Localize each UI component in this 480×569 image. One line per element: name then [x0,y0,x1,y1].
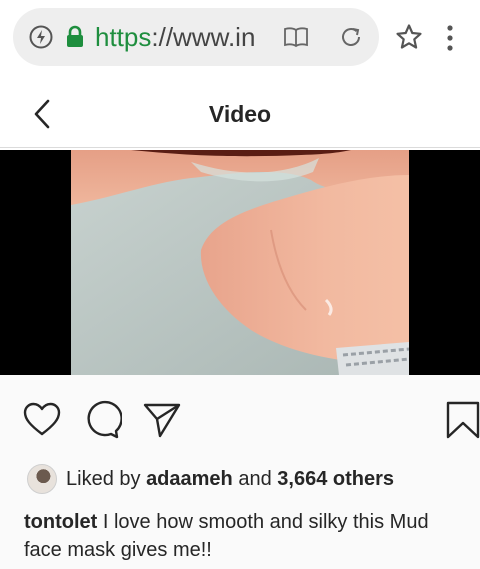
likes-row: Liked by adaameh and 3,664 others [27,464,467,496]
bookmark-icon[interactable] [444,400,480,440]
caption-username[interactable]: tontolet [24,511,97,533]
page-title: Video [208,101,272,127]
video-frame[interactable] [71,150,409,375]
bolt-icon[interactable] [29,25,53,49]
url-scheme: https [95,22,152,52]
more-menu-icon[interactable] [440,23,460,53]
comment-icon[interactable] [82,400,122,440]
liked-by-user-link[interactable]: adaameh [146,468,233,490]
post-caption: tontolet I love how smooth and silky thi… [24,508,464,564]
post-details: Liked by adaameh and 3,664 others tontol… [0,375,480,569]
video-player[interactable] [0,150,480,375]
refresh-icon[interactable] [339,25,363,49]
address-bar[interactable]: https://www.in [13,8,379,66]
likes-middle: and [232,468,278,490]
likes-count-link[interactable]: 3,664 others [277,468,394,490]
app-header: Video [0,80,480,148]
star-icon[interactable] [395,23,423,51]
browser-toolbar: https://www.in [0,0,480,76]
lock-icon[interactable] [65,25,85,49]
likes-text: Liked by adaameh and 3,664 others [66,464,394,494]
url-text[interactable]: https://www.in [95,20,285,54]
likes-prefix: Liked by [66,468,147,490]
avatar[interactable] [27,464,57,494]
heart-icon[interactable] [22,400,62,440]
back-arrow-icon[interactable] [28,98,56,130]
video-still-image [71,150,409,375]
url-host: ://www.in [151,22,256,52]
share-icon[interactable] [142,400,182,440]
reader-mode-icon[interactable] [283,25,309,49]
